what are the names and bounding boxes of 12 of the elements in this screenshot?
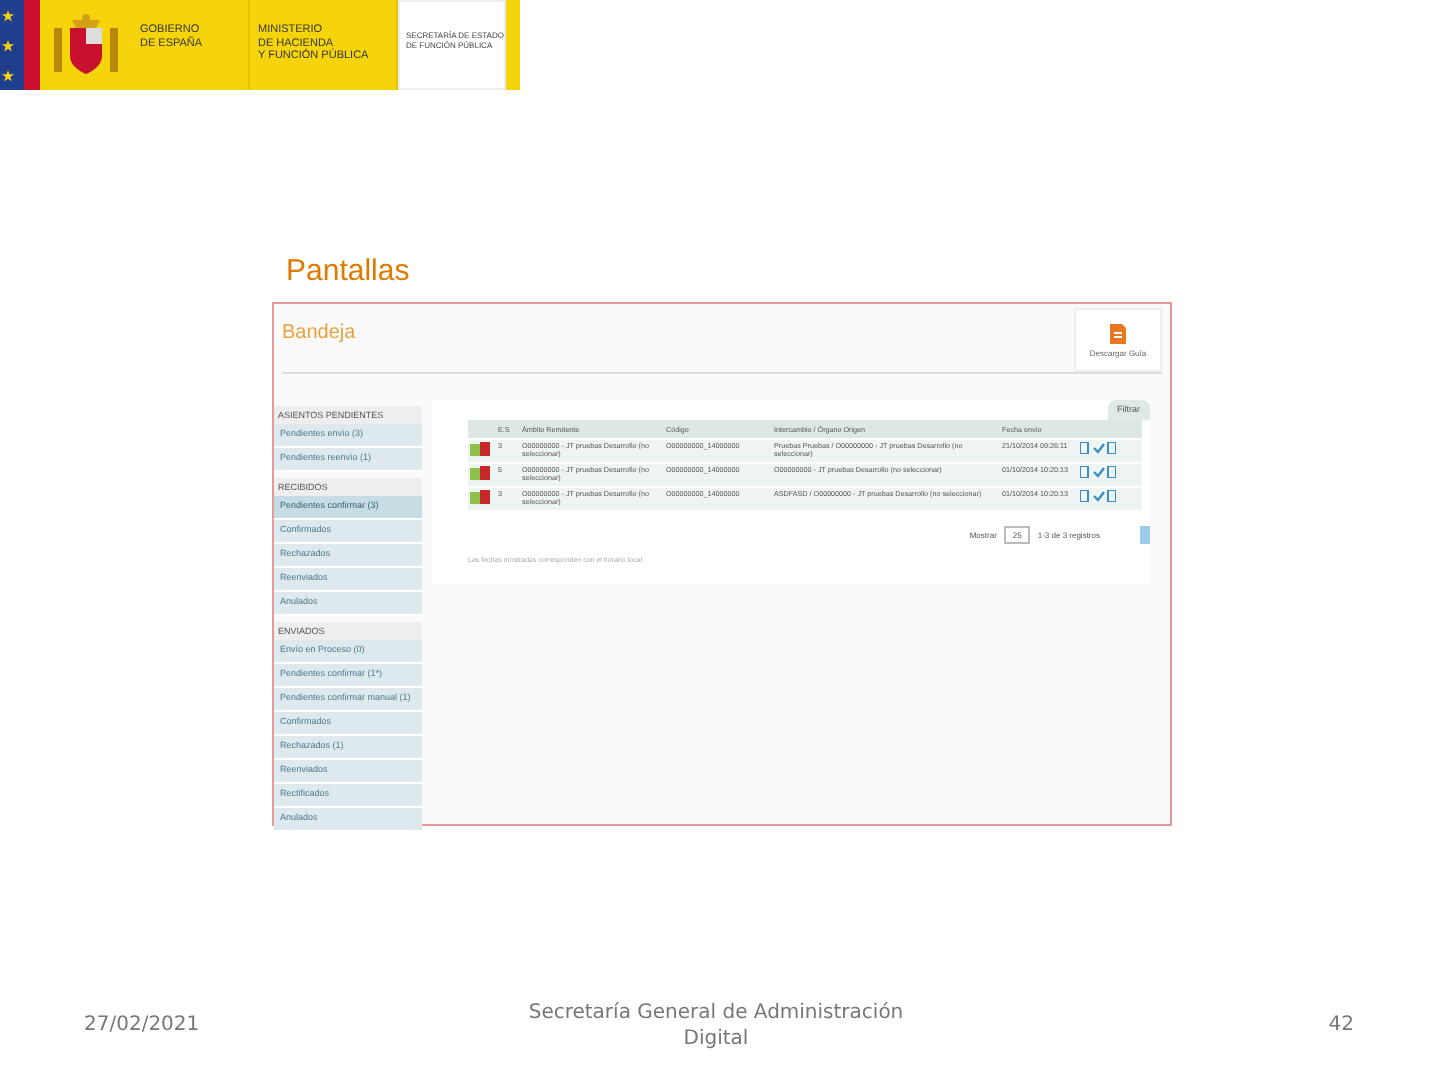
footer-date: 27/02/2021: [82, 1012, 202, 1036]
page-number: 42: [1328, 1012, 1356, 1036]
page-title: Bandeja: [282, 320, 356, 348]
slide-title: Pantallas: [286, 254, 412, 292]
document-icon: [1110, 323, 1126, 343]
documents-icon: [470, 490, 492, 504]
actions-icon[interactable]: [1080, 490, 1116, 502]
documents-icon: [470, 442, 492, 456]
actions-icon[interactable]: [1080, 466, 1116, 478]
documents-icon: [470, 466, 492, 480]
actions-icon[interactable]: [1080, 442, 1116, 454]
footer-organization: Secretaría General de Administración Digital: [526, 1000, 906, 1052]
